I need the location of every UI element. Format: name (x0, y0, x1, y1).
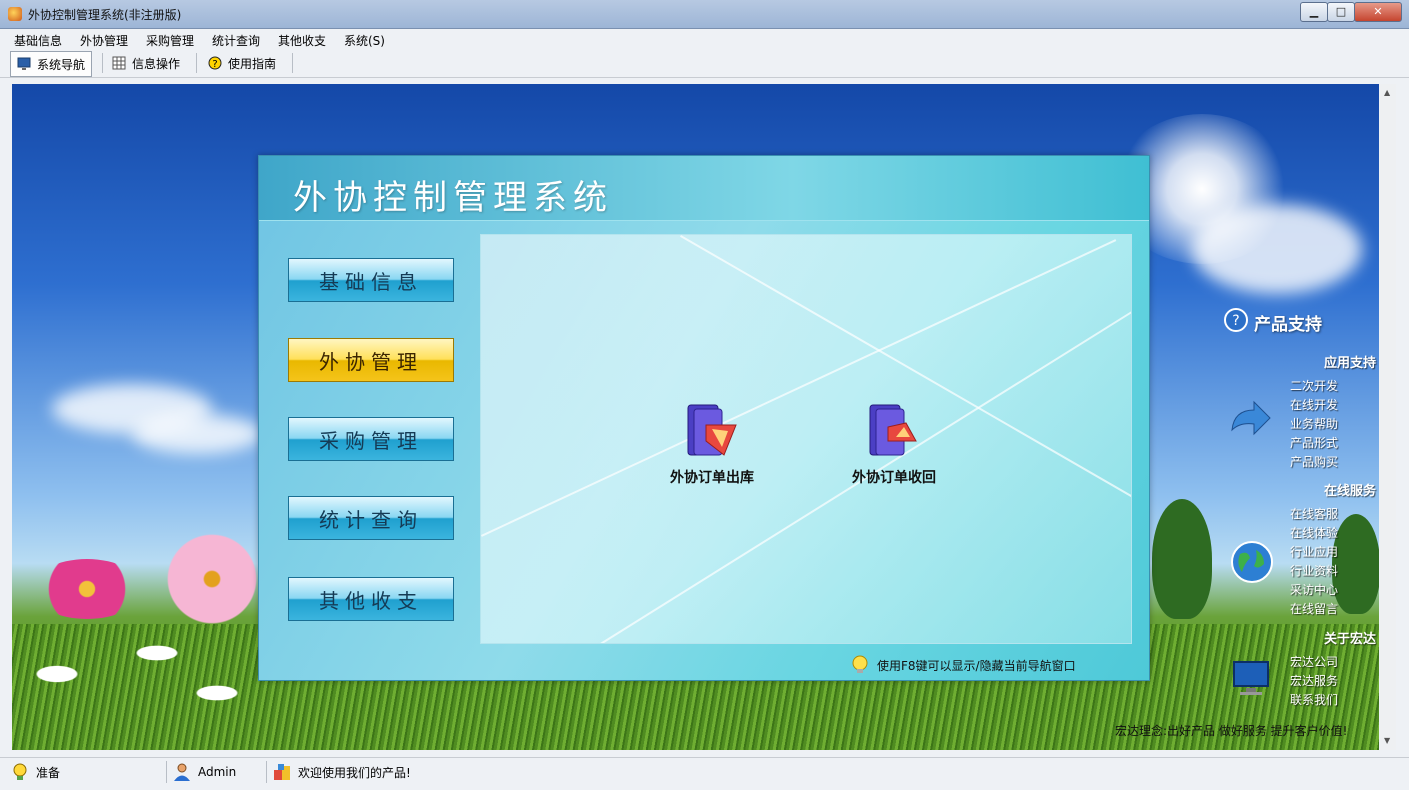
flower (192, 684, 242, 702)
support-link[interactable]: 行业资料 (1290, 562, 1338, 579)
maximize-button[interactable]: □ (1327, 2, 1355, 22)
menu-basic-info[interactable]: 基础信息 (14, 32, 62, 49)
flower (32, 559, 142, 619)
question-icon: ? (1224, 308, 1248, 332)
menu-system[interactable]: 系统(S) (344, 32, 385, 49)
support-link[interactable]: 联系我们 (1290, 691, 1338, 708)
func-outsource-in[interactable]: 外协订单收回 (839, 401, 949, 487)
toolbar-divider (292, 53, 293, 73)
light-streak (481, 239, 1117, 537)
help-tool-button[interactable]: ? 使用指南 (202, 51, 282, 75)
product-support: ? 产品支持 应用支持 二次开发 在线开发 业务帮助 产品形式 产品购买 在线服… (1210, 300, 1380, 740)
grid-icon (112, 56, 126, 70)
status-ready-text: 准备 (36, 765, 61, 780)
globe-icon (1231, 541, 1273, 583)
status-divider (166, 761, 167, 783)
func-label: 外协订单收回 (852, 470, 936, 486)
status-user-text: Admin (198, 765, 237, 779)
menu-statistics[interactable]: 统计查询 (212, 32, 260, 49)
monitor-support-icon (1233, 661, 1269, 695)
support-heading-about: 关于宏达 (1323, 632, 1376, 647)
bulb-icon (852, 655, 868, 673)
status-divider (266, 761, 267, 783)
close-button[interactable]: ✕ (1354, 2, 1402, 22)
scroll-up-icon[interactable]: ▲ (1384, 88, 1390, 97)
monitor-icon (17, 57, 31, 70)
light-streak (680, 235, 1131, 537)
support-link[interactable]: 产品购买 (1290, 453, 1338, 470)
nav-tool-label: 系统导航 (37, 57, 86, 72)
status-ready: 准备 (10, 762, 60, 782)
minimize-button[interactable]: ▁ (1300, 2, 1328, 22)
help-circle-icon: ? (208, 56, 222, 70)
nav-button-statistics[interactable]: 统计查询 (288, 496, 454, 540)
arrow-icon (1231, 400, 1271, 436)
svg-text:?: ? (212, 59, 217, 70)
support-heading-online: 在线服务 (1323, 484, 1376, 499)
flower (32, 664, 82, 684)
support-link[interactable]: 在线客服 (1290, 505, 1338, 522)
flower (152, 534, 272, 624)
menu-purchase[interactable]: 采购管理 (146, 32, 194, 49)
nav-tool-button[interactable]: 系统导航 (10, 51, 93, 77)
support-link[interactable]: 业务帮助 (1290, 415, 1338, 432)
toolbar-divider (196, 53, 197, 73)
status-bar: 准备 Admin 欢迎使用我们的产品! (0, 757, 1409, 786)
nav-button-basic-info[interactable]: 基础信息 (288, 258, 454, 302)
folder-out-icon (687, 404, 737, 456)
flower (132, 644, 182, 662)
toolbar: 系统导航 信息操作 ? 使用指南 (0, 49, 1409, 78)
company-slogan: 宏达理念:出好产品 做好服务 提升客户价值! (1115, 724, 1348, 738)
product-icon (274, 764, 290, 780)
func-label: 外协订单出库 (670, 470, 754, 486)
panel-header: 外协控制管理系统 (259, 156, 1149, 221)
support-link[interactable]: 在线留言 (1290, 600, 1338, 617)
nav-button-outsource[interactable]: 外协管理 (288, 338, 454, 382)
cloud (1192, 204, 1362, 294)
toolbar-divider (102, 53, 103, 73)
tip-text: 使用F8键可以显示/隐藏当前导航窗口 (877, 658, 1076, 673)
status-ready-icon (13, 763, 27, 780)
status-message-text: 欢迎使用我们的产品! (298, 765, 411, 780)
svg-text:?: ? (1232, 313, 1239, 329)
help-tool-label: 使用指南 (228, 56, 277, 71)
support-link[interactable]: 宏达服务 (1290, 672, 1338, 689)
support-heading-app: 应用支持 (1323, 356, 1376, 371)
app-window: 外协控制管理系统(非注册版) ▁ □ ✕ 基础信息 外协管理 采购管理 统计查询… (0, 0, 1409, 790)
support-link[interactable]: 二次开发 (1290, 377, 1338, 394)
app-icon (8, 7, 22, 21)
scroll-down-icon[interactable]: ▼ (1384, 736, 1390, 745)
user-icon (174, 763, 190, 781)
nav-button-other[interactable]: 其他收支 (288, 577, 454, 621)
menu-other[interactable]: 其他收支 (278, 32, 326, 49)
title-bar: 外协控制管理系统(非注册版) ▁ □ ✕ (0, 0, 1409, 29)
navigation-panel: 外协控制管理系统 基础信息 外协管理 采购管理 统计查询 其他收支 外协订单出库… (258, 155, 1150, 681)
info-tool-label: 信息操作 (132, 56, 181, 71)
folder-in-icon (869, 404, 917, 456)
status-user: Admin (172, 762, 236, 782)
info-tool-button[interactable]: 信息操作 (106, 51, 186, 75)
support-link[interactable]: 产品形式 (1290, 434, 1338, 451)
support-link[interactable]: 采访中心 (1290, 581, 1338, 598)
window-title: 外协控制管理系统(非注册版) (28, 8, 182, 22)
f8-tip: 使用F8键可以显示/隐藏当前导航窗口 (849, 654, 1076, 676)
support-link[interactable]: 宏达公司 (1290, 653, 1338, 670)
support-link[interactable]: 在线体验 (1290, 524, 1338, 541)
status-message: 欢迎使用我们的产品! (272, 762, 411, 782)
vertical-scrollbar[interactable]: ▲ ▼ (1380, 84, 1396, 750)
support-link[interactable]: 在线开发 (1290, 396, 1338, 413)
menu-outsource[interactable]: 外协管理 (80, 32, 128, 49)
panel-title: 外协控制管理系统 (293, 178, 613, 218)
tree (1152, 499, 1212, 619)
func-outsource-out[interactable]: 外协订单出库 (657, 401, 767, 487)
menu-bar: 基础信息 外协管理 采购管理 统计查询 其他收支 系统(S) (0, 29, 1409, 49)
nav-button-purchase[interactable]: 采购管理 (288, 417, 454, 461)
cloud (132, 414, 262, 454)
support-title: 产品支持 (1254, 315, 1322, 335)
function-area: 外协订单出库 外协订单收回 (480, 234, 1132, 644)
support-link[interactable]: 行业应用 (1290, 543, 1338, 560)
